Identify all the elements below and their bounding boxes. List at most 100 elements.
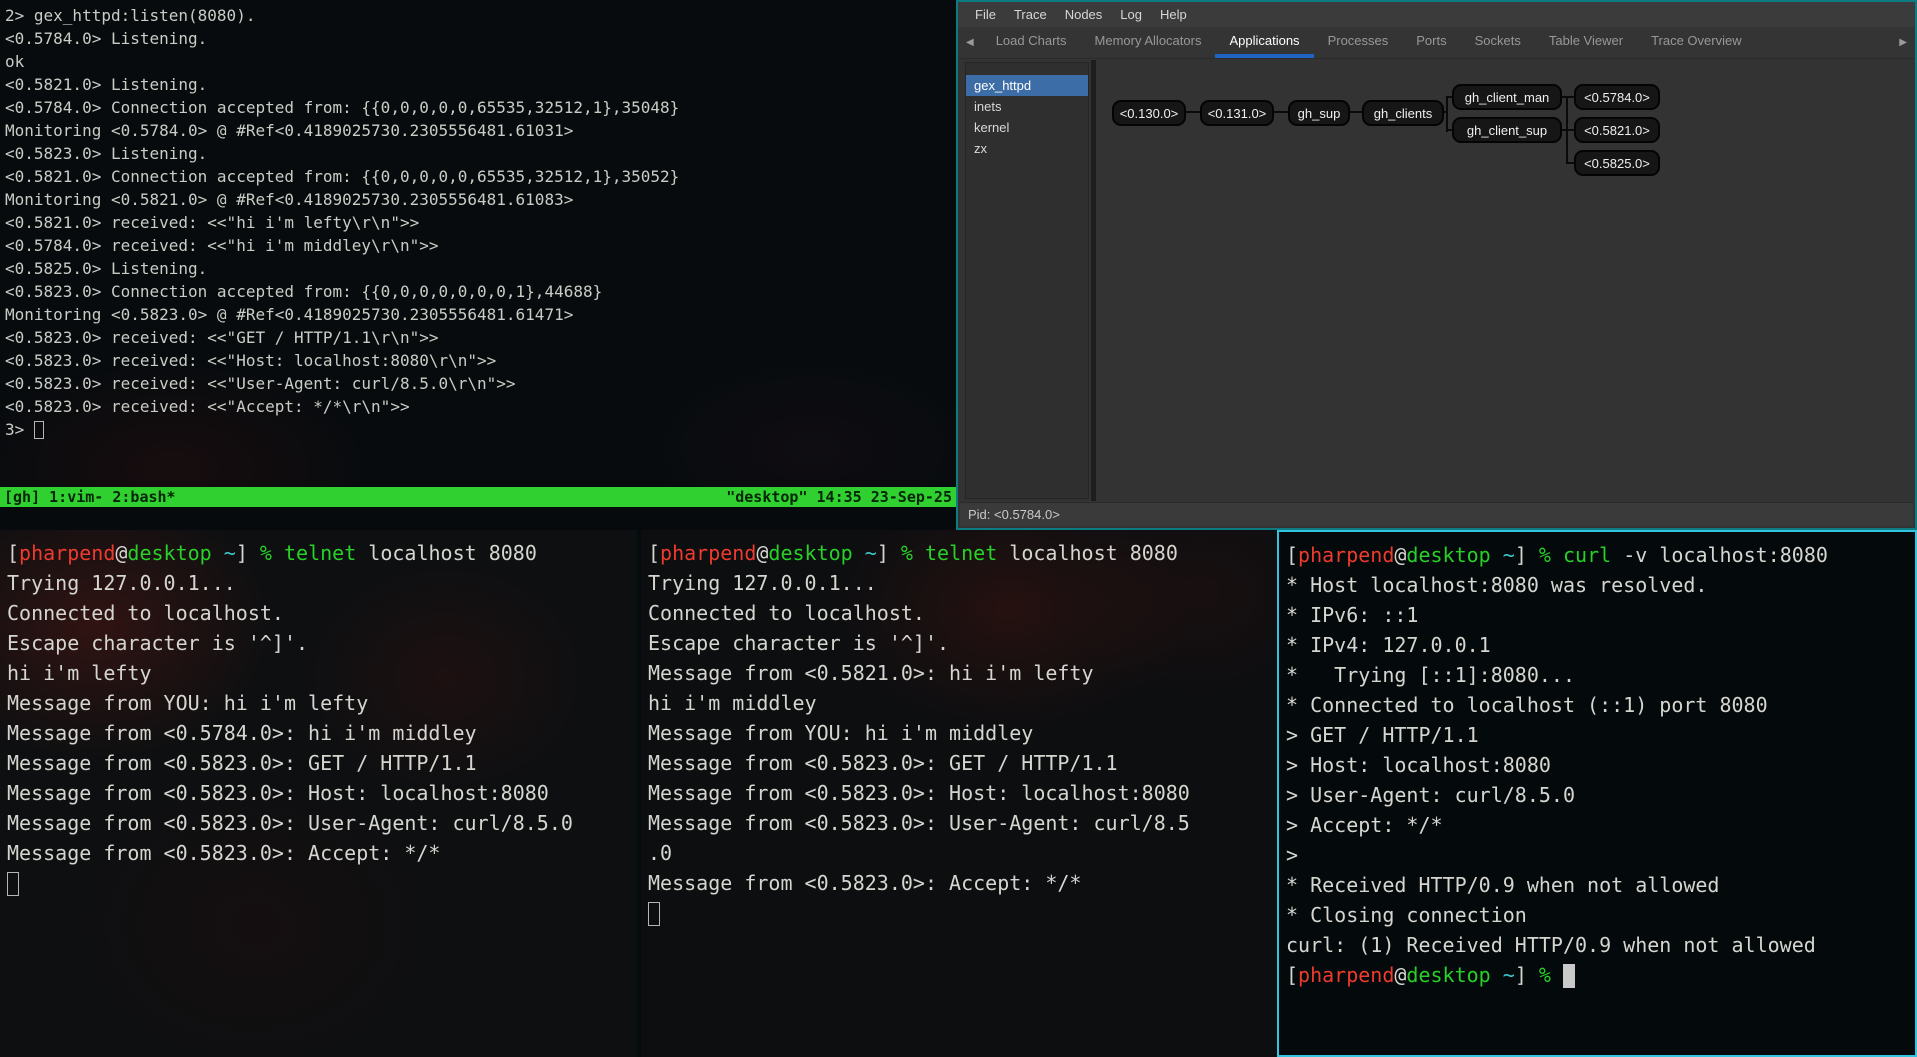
terminal-line: Message from <0.5821.0>: hi i'm lefty <box>648 658 1277 688</box>
terminal-line: Monitoring <0.5823.0> @ #Ref<0.418902573… <box>5 303 956 326</box>
terminal-line: <0.5825.0> Listening. <box>5 257 956 280</box>
terminal-line: Message from YOU: hi i'm middley <box>648 718 1277 748</box>
terminal-line: Trying 127.0.0.1... <box>7 568 637 598</box>
observer-menubar: FileTraceNodesLogHelp <box>958 2 1915 27</box>
process-node-gh_clients[interactable]: gh_clients <box>1362 100 1444 126</box>
terminal-line: * IPv4: 127.0.0.1 <box>1286 630 1915 660</box>
terminal-line: Message from <0.5823.0>: User-Agent: cur… <box>7 808 637 838</box>
terminal-line: Message from YOU: hi i'm lefty <box>7 688 637 718</box>
curl-terminal-active[interactable]: [pharpend@desktop ~] % curl -v localhost… <box>1277 530 1917 1057</box>
tabs-scroll-left-icon[interactable]: ◀ <box>958 27 982 58</box>
terminal-line: > User-Agent: curl/8.5.0 <box>1286 780 1915 810</box>
process-node-p130[interactable]: <0.130.0> <box>1112 100 1186 126</box>
terminal-line: Monitoring <0.5784.0> @ #Ref<0.418902573… <box>5 119 956 142</box>
terminal-line: curl: (1) Received HTTP/0.9 when not all… <box>1286 930 1915 960</box>
tabs-scroll-right-icon[interactable]: ▶ <box>1891 27 1915 58</box>
terminal-line: <0.5784.0> received: <<"hi i'm middley\r… <box>5 234 956 257</box>
terminal-line: <0.5823.0> received: <<"GET / HTTP/1.1\r… <box>5 326 956 349</box>
terminal-line: Escape character is '^]'. <box>648 628 1277 658</box>
terminal-line: hi i'm lefty <box>7 658 637 688</box>
process-node-p5784[interactable]: <0.5784.0> <box>1574 84 1660 110</box>
cursor <box>34 421 44 439</box>
terminal-line: Monitoring <0.5821.0> @ #Ref<0.418902573… <box>5 188 956 211</box>
tab-sockets[interactable]: Sockets <box>1461 27 1535 58</box>
terminal-line: > GET / HTTP/1.1 <box>1286 720 1915 750</box>
terminal-line: .0 <box>648 838 1277 868</box>
menu-item-trace[interactable]: Trace <box>1005 7 1056 22</box>
terminal-line: > Accept: */* <box>1286 810 1915 840</box>
tmux-session-info: "desktop" 14:35 23-Sep-25 <box>726 488 952 506</box>
terminal-line: Connected to localhost. <box>648 598 1277 628</box>
terminal-line: <0.5823.0> received: <<"Accept: */*\r\n"… <box>5 395 956 418</box>
observer-status-bar: Pid: <0.5784.0> <box>960 502 1913 526</box>
telnet-middley-terminal[interactable]: [pharpend@desktop ~] % telnet localhost … <box>641 530 1277 1057</box>
terminal-line: <0.5784.0> Listening. <box>5 27 956 50</box>
terminal-line: <0.5784.0> Connection accepted from: {{0… <box>5 96 956 119</box>
terminal-line: Message from <0.5823.0>: GET / HTTP/1.1 <box>648 748 1277 778</box>
terminal-line: Connected to localhost. <box>7 598 637 628</box>
process-node-gh_client_man[interactable]: gh_client_man <box>1452 84 1562 110</box>
terminal-line: Message from <0.5823.0>: Host: localhost… <box>7 778 637 808</box>
terminal-line: [pharpend@desktop ~] % <box>1286 960 1915 990</box>
terminal-line: [pharpend@desktop ~] % curl -v localhost… <box>1286 540 1915 570</box>
app-list-item-gex_httpd[interactable]: gex_httpd <box>966 75 1088 96</box>
terminal-line <box>7 868 637 898</box>
erlang-shell-terminal[interactable]: 2> gex_httpd:listen(8080).<0.5784.0> Lis… <box>0 0 956 487</box>
process-node-gh_sup[interactable]: gh_sup <box>1288 100 1350 126</box>
process-tree-canvas: <0.130.0> <0.131.0> gh_sup gh_clients gh_cli… <box>1096 60 1912 501</box>
observer-tabbar: ◀ Load ChartsMemory AllocatorsApplicatio… <box>958 27 1915 59</box>
observer-window: FileTraceNodesLogHelp ◀ Load ChartsMemor… <box>956 0 1917 530</box>
application-list: gex_httpdinetskernelzx <box>965 62 1089 499</box>
tab-memory-allocators[interactable]: Memory Allocators <box>1081 27 1216 58</box>
terminal-line: <0.5821.0> Connection accepted from: {{0… <box>5 165 956 188</box>
terminal-line: Message from <0.5823.0>: Accept: */* <box>7 838 637 868</box>
terminal-line: <0.5821.0> received: <<"hi i'm lefty\r\n… <box>5 211 956 234</box>
terminal-line: * IPv6: ::1 <box>1286 600 1915 630</box>
terminal-line: <0.5821.0> Listening. <box>5 73 956 96</box>
app-list-item-inets[interactable]: inets <box>966 96 1088 117</box>
desktop: 2> gex_httpd:listen(8080).<0.5784.0> Lis… <box>0 0 1917 1057</box>
terminal-line: Message from <0.5823.0>: Host: localhost… <box>648 778 1277 808</box>
process-node-p5821[interactable]: <0.5821.0> <box>1574 117 1660 143</box>
tab-applications[interactable]: Applications <box>1215 27 1313 58</box>
menu-item-log[interactable]: Log <box>1111 7 1151 22</box>
terminal-line: Escape character is '^]'. <box>7 628 637 658</box>
terminal-line: * Closing connection <box>1286 900 1915 930</box>
selected-pid-label: Pid: <0.5784.0> <box>968 507 1060 522</box>
telnet-lefty-terminal[interactable]: [pharpend@desktop ~] % telnet localhost … <box>0 530 637 1057</box>
process-node-p131[interactable]: <0.131.0> <box>1200 100 1274 126</box>
terminal-line: [pharpend@desktop ~] % telnet localhost … <box>648 538 1277 568</box>
tab-load-charts[interactable]: Load Charts <box>982 27 1081 58</box>
cursor <box>1563 964 1575 988</box>
tab-processes[interactable]: Processes <box>1314 27 1403 58</box>
tree-connector <box>1350 111 1362 113</box>
terminal-line: ok <box>5 50 956 73</box>
terminal-line: Message from <0.5823.0>: GET / HTTP/1.1 <box>7 748 637 778</box>
terminal-line: [pharpend@desktop ~] % telnet localhost … <box>7 538 637 568</box>
terminal-line: > Host: localhost:8080 <box>1286 750 1915 780</box>
app-list-item-zx[interactable]: zx <box>966 138 1088 159</box>
terminal-line: <0.5823.0> Connection accepted from: {{0… <box>5 280 956 303</box>
menu-item-nodes[interactable]: Nodes <box>1056 7 1112 22</box>
tab-trace-overview[interactable]: Trace Overview <box>1637 27 1756 58</box>
process-node-gh_client_sup[interactable]: gh_client_sup <box>1452 117 1562 143</box>
menu-item-file[interactable]: File <box>966 7 1005 22</box>
menu-item-help[interactable]: Help <box>1151 7 1196 22</box>
terminal-line: > <box>1286 840 1915 870</box>
app-list-item-kernel[interactable]: kernel <box>966 117 1088 138</box>
terminal-line: <0.5823.0> received: <<"User-Agent: curl… <box>5 372 956 395</box>
terminal-line: <0.5823.0> Listening. <box>5 142 956 165</box>
terminal-line: Trying 127.0.0.1... <box>648 568 1277 598</box>
tree-connector <box>1566 162 1574 164</box>
cursor <box>7 872 19 896</box>
terminal-line: Message from <0.5823.0>: Accept: */* <box>648 868 1277 898</box>
tab-table-viewer[interactable]: Table Viewer <box>1535 27 1637 58</box>
terminal-line: 3> <box>5 418 956 441</box>
cursor <box>648 902 660 926</box>
tmux-status-bar: [gh] 1:vim- 2:bash* "desktop" 14:35 23-S… <box>0 487 956 507</box>
process-node-p5825[interactable]: <0.5825.0> <box>1574 150 1660 176</box>
terminal-line <box>648 898 1277 928</box>
tree-connector <box>1446 96 1448 132</box>
tree-connector <box>1274 111 1288 113</box>
tab-ports[interactable]: Ports <box>1402 27 1460 58</box>
